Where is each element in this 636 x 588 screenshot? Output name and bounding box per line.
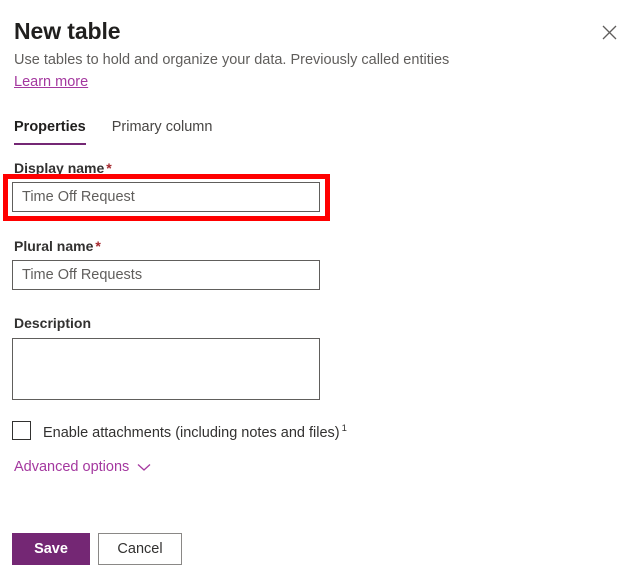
save-button[interactable]: Save	[12, 533, 90, 565]
display-name-required-marker: *	[106, 160, 111, 176]
chevron-down-icon	[137, 463, 151, 472]
enable-attachments-footnote: 1	[342, 423, 347, 434]
close-icon	[602, 25, 617, 40]
enable-attachments-checkbox-row[interactable]: Enable attachments (including notes and …	[12, 419, 347, 443]
plural-name-required-marker: *	[95, 238, 100, 254]
learn-more-link[interactable]: Learn more	[14, 72, 88, 92]
advanced-options-toggle[interactable]: Advanced options	[14, 457, 151, 477]
display-name-label-text: Display name	[14, 160, 104, 176]
display-name-label: Display name*	[14, 159, 112, 178]
page-title: New table	[14, 17, 120, 45]
plural-name-label-text: Plural name	[14, 238, 93, 254]
description-label: Description	[14, 314, 91, 333]
tab-primary-column[interactable]: Primary column	[112, 117, 213, 145]
display-name-input[interactable]	[12, 182, 320, 212]
tab-properties[interactable]: Properties	[14, 117, 86, 145]
enable-attachments-label: Enable attachments (including notes and …	[43, 419, 347, 443]
plural-name-label: Plural name*	[14, 237, 101, 256]
close-button[interactable]	[596, 19, 622, 45]
enable-attachments-checkbox[interactable]	[12, 421, 31, 440]
plural-name-input[interactable]	[12, 260, 320, 290]
advanced-options-label: Advanced options	[14, 457, 129, 477]
panel-subtitle: Use tables to hold and organize your dat…	[14, 50, 449, 70]
cancel-button[interactable]: Cancel	[98, 533, 182, 565]
new-table-panel: New table Use tables to hold and organiz…	[0, 0, 636, 588]
tab-list: Properties Primary column	[14, 117, 212, 145]
description-textarea[interactable]	[12, 338, 320, 400]
enable-attachments-label-text: Enable attachments (including notes and …	[43, 425, 340, 441]
